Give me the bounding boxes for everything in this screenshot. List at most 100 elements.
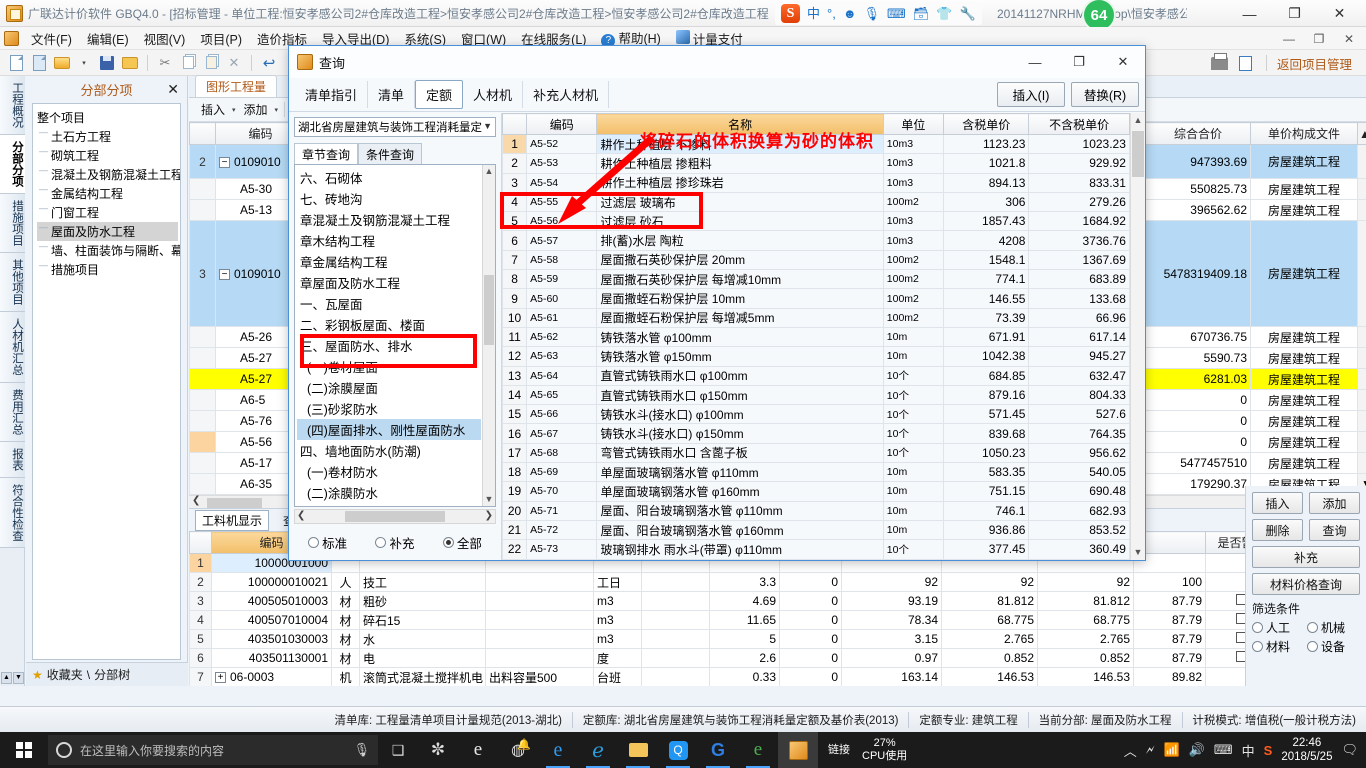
folder-icon[interactable]	[120, 53, 140, 73]
sidebar-item-project-overview[interactable]: 工程概况	[0, 76, 25, 135]
cell-code[interactable]: A5-68	[526, 442, 598, 464]
tree-node-measure-items[interactable]: 措施项目	[37, 260, 178, 279]
cell-code[interactable]: A5-65	[526, 384, 598, 406]
tree-node-masonry[interactable]: 砌筑工程	[37, 146, 178, 165]
keyboard-icon[interactable]: ⌨	[1214, 742, 1233, 758]
tree-node-wall-column-finish[interactable]: 墙、柱面装饰与隔断、幕	[37, 241, 180, 260]
tree-node[interactable]: 二、彩钢板屋面、楼面	[297, 314, 481, 335]
chevron-down-icon[interactable]: ▼	[483, 121, 492, 131]
tree-vertical-scrollbar[interactable]: ▲ ▼	[482, 165, 495, 506]
cell-code[interactable]: A5-59	[526, 269, 598, 290]
dialog-insert-button[interactable]: 插入(I)	[997, 82, 1065, 107]
division-tree-label[interactable]: 分部树	[94, 666, 130, 683]
cell-code[interactable]: A5-67	[526, 423, 598, 444]
browser-e-icon[interactable]: e	[738, 732, 778, 768]
tree-node[interactable]: 章木结构工程	[297, 230, 481, 251]
cell-code[interactable]: A5-69	[526, 462, 598, 483]
gbq-app-icon[interactable]	[778, 732, 818, 768]
tab-bill-list[interactable]: 清单	[368, 81, 416, 108]
cell-name[interactable]: 耕作土种植层 不掺料	[596, 133, 884, 155]
table-row[interactable]: 7 +06-0003 机 滚筒式混凝土搅拌机电 出料容量500 台班 0.33 …	[189, 667, 1245, 686]
cell-is-estimated[interactable]	[1205, 667, 1245, 686]
ime-punctuation-icon[interactable]: °,	[827, 7, 836, 20]
table-row[interactable]: 5 A5-56 过滤层 砂石 10m3 1857.43 1684.92	[502, 211, 1145, 232]
table-row[interactable]: 7 A5-58 屋面撒石英砂保护层 20mm 100m2 1548.1 1367…	[502, 249, 1145, 271]
mdi-minimize-button[interactable]: —	[1274, 27, 1304, 50]
dialog-maximize-button[interactable]: ❐	[1057, 46, 1101, 78]
scroll-up-icon[interactable]: ▲	[483, 165, 495, 178]
cell-code[interactable]: A5-57	[526, 230, 598, 251]
table-row[interactable]: 22 A5-73 玻璃钢排水 雨水斗(带罩) φ110mm 10个 377.45…	[502, 539, 1145, 560]
cell-is-estimated[interactable]	[1205, 629, 1245, 649]
cell-name[interactable]: 弯管式铸铁雨水口 含蓖子板	[596, 442, 884, 464]
table-row[interactable]: 4 400507010004 材 碎石15 m3 11.65 0 78.34 6…	[189, 610, 1245, 630]
tab-condition-query[interactable]: 条件查询	[358, 143, 423, 165]
table-row[interactable]: 6 403501130001 材 电 度 2.6 0 0.97 0.852 0.…	[189, 648, 1245, 668]
cell-code[interactable]: A5-62	[526, 326, 598, 348]
tree-node-selected[interactable]: (四)屋面排水、刚性屋面防水	[297, 419, 481, 440]
tree-node[interactable]: 四、墙地面防水(防潮)	[297, 440, 481, 461]
ime-lang-icon[interactable]: 中	[1242, 741, 1255, 760]
wifi-icon[interactable]: 📶	[1163, 742, 1179, 758]
insert-button[interactable]: 插入	[195, 99, 231, 120]
filter-machinery-radio[interactable]: 机械	[1307, 619, 1360, 636]
cell-code[interactable]: A5-70	[526, 481, 598, 502]
table-row[interactable]: 14 A5-65 直管式铸铁雨水口 φ150mm 10个 879.16 804.…	[502, 384, 1145, 406]
tree-node[interactable]: (一)卷材屋面	[297, 356, 481, 377]
cell-is-estimated[interactable]	[1205, 553, 1245, 573]
tree-node-earthwork[interactable]: 土石方工程	[37, 127, 178, 146]
table-row[interactable]: 1 A5-52 耕作土种植层 不掺料 10m3 1123.23 1023.23	[502, 133, 1145, 155]
mdi-maximize-button[interactable]: ❐	[1304, 27, 1334, 50]
cell-name[interactable]: 铸铁落水管 φ100mm	[596, 326, 884, 348]
task-view-icon[interactable]: ❑	[378, 732, 418, 768]
cell-name[interactable]: 铸铁水斗(接水口) φ100mm	[596, 404, 884, 425]
cell-name[interactable]: 铸铁水斗(接水口) φ150mm	[596, 423, 884, 444]
cell-code[interactable]: A5-58	[526, 249, 598, 271]
cell-name[interactable]: 屋面撒石英砂保护层 20mm	[596, 249, 884, 271]
ime-skin-icon[interactable]: 👕	[936, 7, 952, 20]
insert-button[interactable]: 插入	[1252, 492, 1303, 514]
new-project-icon[interactable]	[29, 53, 49, 73]
edge-blue-icon[interactable]: e	[538, 732, 578, 768]
col-untaxed-unit-price[interactable]: 不含税单价	[1028, 113, 1130, 135]
open-dropdown-icon[interactable]: ▾	[74, 53, 94, 73]
menu-file[interactable]: 文件(F)	[24, 27, 79, 50]
cell-is-estimated[interactable]	[1205, 572, 1245, 592]
explorer-icon[interactable]	[618, 732, 658, 768]
sidebar-item-compliance-check[interactable]: 符合性检查	[0, 477, 25, 548]
cut-icon[interactable]: ✂	[155, 53, 175, 73]
back-to-project-management-link[interactable]: 返回项目管理	[1277, 54, 1352, 73]
vtabs-scroll-down-icon[interactable]: ▼	[13, 672, 24, 684]
menu-edit[interactable]: 编辑(E)	[80, 27, 136, 50]
table-row[interactable]: 18 A5-69 单屋面玻璃钢落水管 φ110mm 10m 583.35 540…	[502, 462, 1145, 483]
tree-node[interactable]: 七、砖地沟	[297, 188, 481, 209]
tab-supplement-resources[interactable]: 补充人材机	[523, 81, 610, 108]
col-is-estimated[interactable]: 是否暂估	[1205, 531, 1245, 554]
query-button[interactable]: 查询	[1309, 519, 1360, 541]
tree-node[interactable]: (一)卷材防水	[297, 461, 481, 482]
start-button[interactable]	[0, 732, 48, 768]
cell-code[interactable]: A5-56	[526, 211, 598, 232]
tree-node[interactable]: 章金属结构工程	[297, 251, 481, 272]
delete-button[interactable]: 删除	[1252, 519, 1303, 541]
tree-node[interactable]: (三)砂浆防水	[297, 398, 481, 419]
print-icon[interactable]	[1210, 52, 1230, 73]
tree-node[interactable]: 一、瓦屋面	[297, 293, 481, 314]
scroll-down-icon[interactable]: ▼	[1131, 545, 1145, 560]
table-row[interactable]: 19 A5-70 单屋面玻璃钢落水管 φ160mm 10m 751.15 690…	[502, 481, 1145, 502]
close-button[interactable]: ✕	[1317, 0, 1362, 27]
table-row[interactable]: 8 A5-59 屋面撒石英砂保护层 每增减10mm 100m2 774.1 68…	[502, 269, 1145, 290]
quota-library-select[interactable]: 湖北省房屋建筑与装饰工程消耗量定 ▼	[294, 117, 496, 137]
tree-node[interactable]: 章屋面及防水工程	[297, 272, 481, 293]
query-dialog[interactable]: 查询 — ❐ ✕ 清单指引 清单 定额 人材机 补充人材机 插入(I) 替换(R…	[288, 45, 1146, 561]
cell-code[interactable]: A5-55	[526, 191, 598, 213]
battery-icon[interactable]: 🗲	[1146, 742, 1155, 758]
edge-icon[interactable]: e	[458, 732, 498, 768]
cell-code[interactable]: 100000010021	[211, 572, 332, 592]
cell-name[interactable]: 直管式铸铁雨水口 φ100mm	[596, 365, 884, 386]
scope-all-radio[interactable]: 全部	[442, 533, 482, 552]
division-tree-body[interactable]: 整个项目 土石方工程 砌筑工程 混凝土及钢筋混凝土工程 金属结构工程 门窗工程 …	[32, 103, 181, 660]
cell-name[interactable]: 屋面撒蛭石粉保护层 每增减5mm	[596, 307, 884, 328]
cell-name[interactable]: 单屋面玻璃钢落水管 φ160mm	[596, 481, 884, 502]
supplement-button[interactable]: 补充	[1252, 546, 1360, 568]
